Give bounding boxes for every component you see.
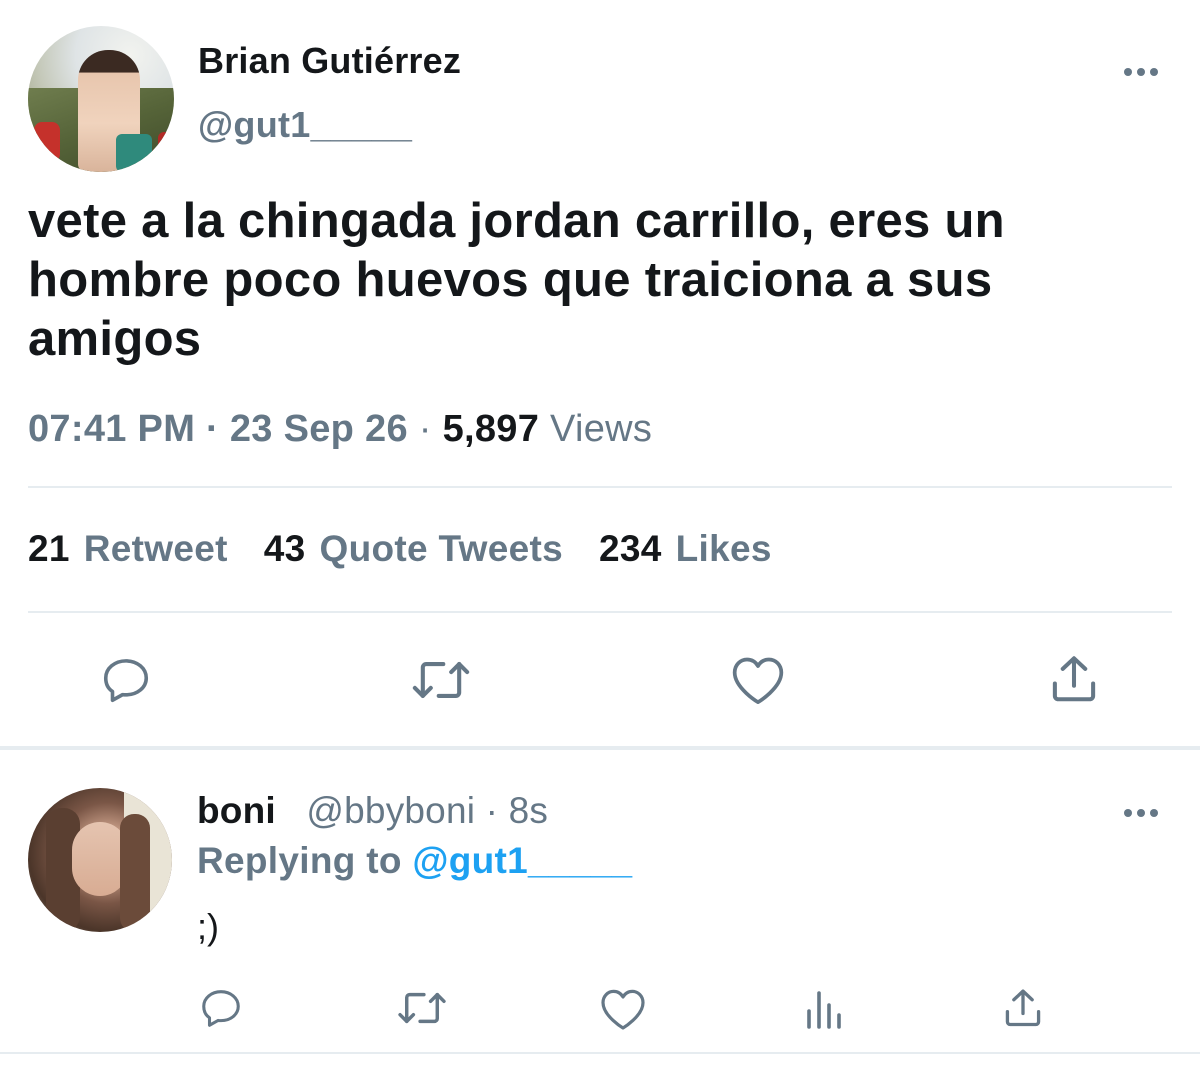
likes-label: Likes	[675, 528, 772, 569]
tweet-time[interactable]: 07:41 PM	[28, 408, 195, 450]
reply-icon	[202, 990, 240, 1027]
tweet-stats: 21 Retweet 43 Quote Tweets 234 Likes	[28, 528, 808, 570]
share-icon	[1005, 989, 1041, 1027]
quotes-stat[interactable]: 43 Quote Tweets	[264, 528, 563, 570]
retweet-icon	[398, 992, 446, 1024]
retweets-count: 21	[28, 528, 70, 569]
retweets-label: Retweet	[83, 528, 228, 569]
reply-handle[interactable]: @bbyboni	[306, 790, 475, 831]
reply-display-name[interactable]: boni	[197, 790, 276, 831]
likes-count: 234	[598, 528, 662, 569]
dot-icon	[1150, 809, 1158, 817]
divider	[0, 1052, 1200, 1054]
meta-separator: ·	[418, 408, 432, 450]
quotes-label: Quote Tweets	[319, 528, 563, 569]
replying-label: Replying to	[197, 840, 402, 881]
reply-button[interactable]	[96, 652, 156, 708]
tweet-date[interactable]: 23 Sep 26	[230, 408, 408, 450]
reply-retweet-button[interactable]	[394, 986, 450, 1030]
retweet-icon	[412, 662, 470, 698]
divider	[28, 486, 1172, 488]
meta-separator: ·	[206, 408, 219, 450]
main-tweet: Brian Gutiérrez @gut1_____ vete a la chi…	[0, 0, 1200, 746]
section-separator	[0, 746, 1200, 750]
reply-separator: ·	[485, 790, 499, 831]
replying-to-mention[interactable]: @gut1_____	[412, 840, 632, 881]
more-options-button[interactable]	[1124, 62, 1158, 82]
author-handle[interactable]: @gut1_____	[198, 104, 412, 146]
dot-icon	[1137, 68, 1145, 76]
retweets-stat[interactable]: 21 Retweet	[28, 528, 228, 570]
retweet-button[interactable]	[408, 652, 474, 708]
reply-more-options-button[interactable]	[1124, 803, 1158, 823]
reply-icon	[103, 659, 149, 703]
divider	[28, 611, 1172, 613]
tweet-detail-page: Brian Gutiérrez @gut1_____ vete a la chi…	[0, 0, 1200, 1066]
quotes-count: 43	[263, 528, 306, 569]
dot-icon	[1124, 68, 1132, 76]
like-icon	[732, 657, 784, 705]
dot-icon	[1150, 68, 1158, 76]
dot-icon	[1124, 809, 1132, 817]
likes-stat[interactable]: 234 Likes	[599, 528, 772, 570]
reply-reply-button[interactable]	[196, 984, 246, 1032]
like-icon	[601, 989, 645, 1030]
share-icon	[1052, 656, 1096, 702]
reply-header: boni @bbyboni · 8s	[197, 790, 548, 832]
reply-share-button[interactable]	[1000, 984, 1046, 1032]
dot-icon	[1137, 809, 1145, 817]
tweet-meta: 07:41 PM · 23 Sep 26 · 5,897 Views	[28, 408, 652, 451]
author-avatar[interactable]	[28, 26, 174, 172]
views-count: 5,897	[442, 408, 540, 450]
replying-to-line: Replying to @gut1_____	[197, 840, 632, 882]
reply-timestamp[interactable]: 8s	[509, 790, 548, 831]
tweet-text: vete a la chingada jordan carrillo, eres…	[28, 194, 1005, 366]
views-label: Views	[550, 408, 653, 450]
reply-text: ;)	[197, 906, 219, 947]
share-button[interactable]	[1044, 650, 1104, 708]
analytics-icon	[807, 991, 841, 1029]
like-button[interactable]	[728, 652, 788, 708]
reply-like-button[interactable]	[598, 986, 648, 1032]
author-display-name[interactable]: Brian Gutiérrez	[198, 40, 461, 82]
reply-author-avatar[interactable]	[28, 788, 172, 932]
reply-analytics-button[interactable]	[800, 986, 846, 1032]
